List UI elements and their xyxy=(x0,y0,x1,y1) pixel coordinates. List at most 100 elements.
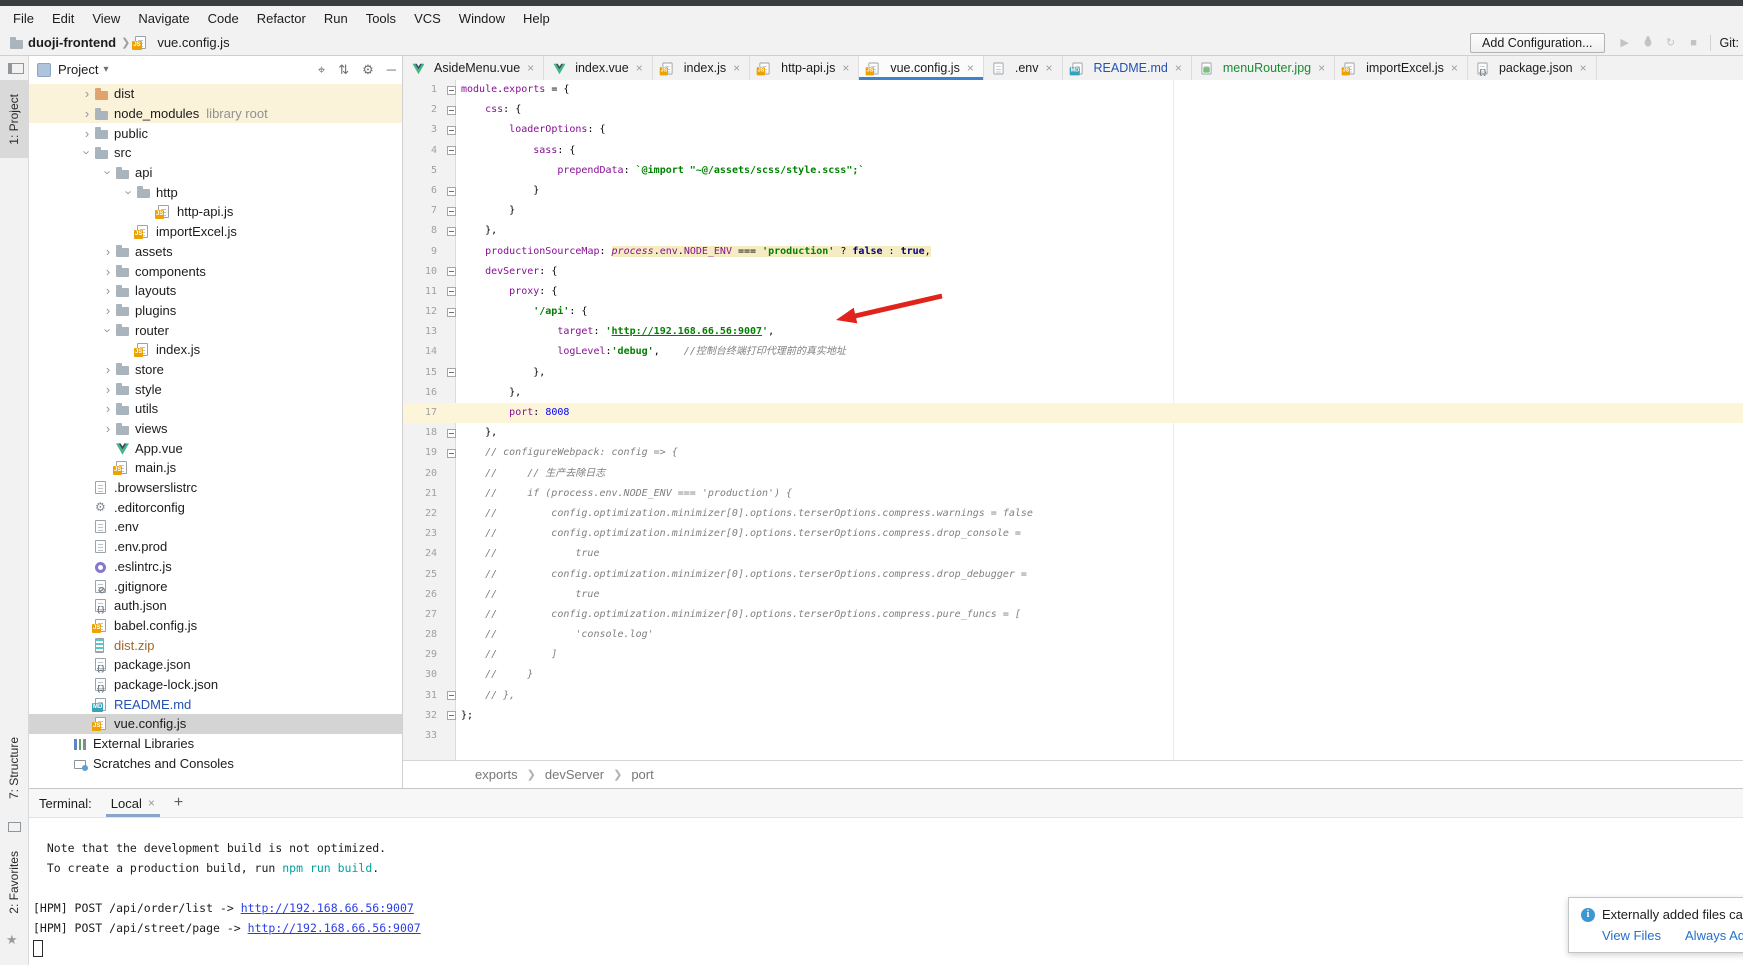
editor-tab-package-json[interactable]: {..}package.json× xyxy=(1468,56,1597,80)
tree-item-babel-config-js[interactable]: JSbabel.config.js xyxy=(29,616,402,636)
code-line-7[interactable]: 7 } xyxy=(403,201,1743,221)
code-line-13[interactable]: 13 target: 'http://192.168.66.56:9007', xyxy=(403,322,1743,342)
code-line-31[interactable]: 31 // }, xyxy=(403,686,1743,706)
code-line-24[interactable]: 24 // true xyxy=(403,544,1743,564)
tree-item-scratches-and-consoles[interactable]: Scratches and Consoles xyxy=(29,753,402,773)
tree-item-node-modules[interactable]: ›node_moduleslibrary root xyxy=(29,104,402,124)
tree-item-api[interactable]: ›api xyxy=(29,163,402,183)
terminal-tab-local[interactable]: Local × xyxy=(108,796,158,811)
menu-item-file[interactable]: File xyxy=(4,8,43,29)
code-line-29[interactable]: 29 // ] xyxy=(403,645,1743,665)
tree-item-env[interactable]: .env xyxy=(29,517,402,537)
code-line-14[interactable]: 14 logLevel:'debug', //控制台终端打印代理前的真实地址 xyxy=(403,342,1743,362)
run-with-coverage-icon[interactable]: ↻ xyxy=(1664,36,1678,49)
chevron-expanded-icon[interactable]: › xyxy=(101,165,116,181)
code-line-25[interactable]: 25 // config.optimization.minimizer[0].o… xyxy=(403,565,1743,585)
code-line-28[interactable]: 28 // 'console.log' xyxy=(403,625,1743,645)
debug-icon[interactable] xyxy=(1641,35,1655,50)
code-line-21[interactable]: 21 // if (process.env.NODE_ENV === 'prod… xyxy=(403,484,1743,504)
terminal-url-link[interactable]: http://192.168.66.56:9007 xyxy=(241,901,414,915)
fold-open-icon[interactable] xyxy=(445,287,457,296)
chevron-collapsed-icon[interactable]: › xyxy=(100,401,116,416)
breadcrumb-exports[interactable]: exports xyxy=(475,767,518,782)
fold-close-icon[interactable] xyxy=(445,368,457,377)
code-line-33[interactable]: 33 xyxy=(403,726,1743,746)
stripe-tab-favorites[interactable]: 2: Favorites xyxy=(0,836,28,928)
code-line-30[interactable]: 30 // } xyxy=(403,665,1743,685)
tab-close-icon[interactable]: × xyxy=(733,61,740,75)
tab-close-icon[interactable]: × xyxy=(1580,61,1587,75)
tree-item-layouts[interactable]: ›layouts xyxy=(29,281,402,301)
menu-item-tools[interactable]: Tools xyxy=(357,8,405,29)
chevron-collapsed-icon[interactable]: › xyxy=(100,303,116,318)
chevron-collapsed-icon[interactable]: › xyxy=(79,86,95,101)
code-url-link[interactable]: http://192.168.66.56:9007 xyxy=(612,326,763,337)
breadcrumb-file[interactable]: vue.config.js xyxy=(157,35,229,50)
tree-item-utils[interactable]: ›utils xyxy=(29,399,402,419)
tree-item-router[interactable]: ›router xyxy=(29,320,402,340)
tree-item-external-libraries[interactable]: External Libraries xyxy=(29,734,402,754)
menu-item-run[interactable]: Run xyxy=(315,8,357,29)
menu-item-edit[interactable]: Edit xyxy=(43,8,83,29)
chevron-collapsed-icon[interactable]: › xyxy=(100,382,116,397)
chevron-collapsed-icon[interactable]: › xyxy=(100,283,116,298)
breadcrumb-project[interactable]: duoji-frontend xyxy=(28,35,116,50)
breadcrumb-port[interactable]: port xyxy=(631,767,653,782)
code-line-19[interactable]: 19 // configureWebpack: config => { xyxy=(403,443,1743,463)
menu-item-window[interactable]: Window xyxy=(450,8,514,29)
tree-item-importexcel-js[interactable]: JSimportExcel.js xyxy=(29,222,402,242)
tree-item-readme-md[interactable]: MDREADME.md xyxy=(29,694,402,714)
fold-close-icon[interactable] xyxy=(445,691,457,700)
fold-open-icon[interactable] xyxy=(445,308,457,317)
code-line-8[interactable]: 8 }, xyxy=(403,221,1743,241)
code-line-20[interactable]: 20 // // 生产去除日志 xyxy=(403,464,1743,484)
chevron-collapsed-icon[interactable]: › xyxy=(100,264,116,279)
editor-tab-http-api-js[interactable]: JShttp-api.js× xyxy=(750,56,859,80)
project-view-selector[interactable]: Project xyxy=(58,62,98,77)
code-line-6[interactable]: 6 } xyxy=(403,181,1743,201)
editor-tab-index-js[interactable]: JSindex.js× xyxy=(653,56,750,80)
tree-item-app-vue[interactable]: App.vue xyxy=(29,438,402,458)
stripe-tab-project[interactable]: 1: Project xyxy=(0,80,28,158)
new-terminal-button[interactable]: + xyxy=(174,794,183,812)
tree-item-src[interactable]: ›src xyxy=(29,143,402,163)
fold-open-icon[interactable] xyxy=(445,86,457,95)
locate-icon[interactable]: ⌖ xyxy=(318,62,325,78)
code-line-4[interactable]: 4 sass: { xyxy=(403,141,1743,161)
code-line-22[interactable]: 22 // config.optimization.minimizer[0].o… xyxy=(403,504,1743,524)
breadcrumb-devserver[interactable]: devServer xyxy=(545,767,604,782)
code-line-17[interactable]: 17 port: 8008 xyxy=(403,403,1743,423)
menu-item-refactor[interactable]: Refactor xyxy=(248,8,315,29)
menu-item-help[interactable]: Help xyxy=(514,8,559,29)
chevron-collapsed-icon[interactable]: › xyxy=(100,362,116,377)
tree-item-main-js[interactable]: JSmain.js xyxy=(29,458,402,478)
code-line-3[interactable]: 3 loaderOptions: { xyxy=(403,120,1743,140)
tree-item-assets[interactable]: ›assets xyxy=(29,242,402,262)
editor-tab-readme-md[interactable]: MDREADME.md× xyxy=(1063,56,1192,80)
tree-item-dist-zip[interactable]: dist.zip xyxy=(29,635,402,655)
view-files-link[interactable]: View Files xyxy=(1602,928,1661,943)
tab-close-icon[interactable]: × xyxy=(636,61,643,75)
tree-item-dist[interactable]: ›dist xyxy=(29,84,402,104)
tab-close-icon[interactable]: × xyxy=(148,796,155,810)
tree-item-http-api-js[interactable]: JShttp-api.js xyxy=(29,202,402,222)
chevron-collapsed-icon[interactable]: › xyxy=(79,126,95,141)
tree-item-package-lock-json[interactable]: {..}package-lock.json xyxy=(29,675,402,695)
star-icon[interactable]: ★ xyxy=(6,932,18,948)
code-line-1[interactable]: 1module.exports = { xyxy=(403,80,1743,100)
tab-close-icon[interactable]: × xyxy=(1045,61,1052,75)
menu-item-vcs[interactable]: VCS xyxy=(405,8,450,29)
chevron-collapsed-icon[interactable]: › xyxy=(100,421,116,436)
tab-close-icon[interactable]: × xyxy=(842,61,849,75)
terminal-url-link[interactable]: http://192.168.66.56:9007 xyxy=(248,921,421,935)
git-branch-widget[interactable]: Git: xyxy=(1720,36,1739,50)
editor[interactable]: 1module.exports = {2 css: {3 loaderOptio… xyxy=(403,80,1743,760)
editor-tab-importexcel-js[interactable]: JSimportExcel.js× xyxy=(1335,56,1468,80)
menu-item-code[interactable]: Code xyxy=(199,8,248,29)
editor-tab-asidemenu-vue[interactable]: AsideMenu.vue× xyxy=(403,56,544,80)
fold-close-icon[interactable] xyxy=(445,187,457,196)
code-line-5[interactable]: 5 prependData: `@import "~@/assets/scss/… xyxy=(403,161,1743,181)
hide-panel-icon[interactable]: ─ xyxy=(387,62,396,77)
code-line-2[interactable]: 2 css: { xyxy=(403,100,1743,120)
fold-open-icon[interactable] xyxy=(445,126,457,135)
